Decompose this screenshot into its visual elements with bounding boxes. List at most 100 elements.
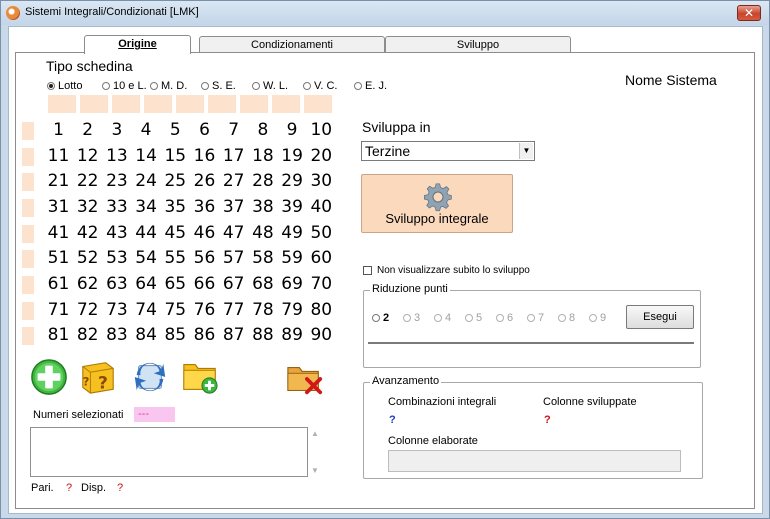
number-cell[interactable]: 9 bbox=[278, 120, 307, 140]
scroll-up-icon[interactable]: ▲ bbox=[311, 429, 319, 438]
row-selector-cell[interactable] bbox=[22, 148, 34, 166]
radio-lotto[interactable]: Lotto bbox=[47, 80, 82, 92]
number-cell[interactable]: 40 bbox=[307, 197, 336, 217]
number-cell[interactable]: 15 bbox=[161, 146, 190, 166]
tab-sviluppo[interactable]: Sviluppo bbox=[385, 36, 571, 53]
number-cell[interactable]: 47 bbox=[219, 223, 248, 243]
number-cell[interactable]: 78 bbox=[248, 300, 277, 320]
number-cell[interactable]: 29 bbox=[278, 171, 307, 191]
number-cell[interactable]: 26 bbox=[190, 171, 219, 191]
number-cell[interactable]: 33 bbox=[102, 197, 131, 217]
number-cell[interactable]: 13 bbox=[102, 146, 131, 166]
number-cell[interactable]: 38 bbox=[248, 197, 277, 217]
number-cell[interactable]: 23 bbox=[102, 171, 131, 191]
riduzione-radio-9[interactable]: 9 bbox=[589, 312, 606, 324]
number-cell[interactable]: 67 bbox=[219, 274, 248, 294]
number-cell[interactable]: 24 bbox=[132, 171, 161, 191]
column-cell[interactable] bbox=[176, 95, 204, 113]
number-cell[interactable]: 52 bbox=[73, 248, 102, 268]
number-cell[interactable]: 32 bbox=[73, 197, 102, 217]
number-cell[interactable]: 10 bbox=[307, 120, 336, 140]
number-cell[interactable]: 85 bbox=[161, 325, 190, 345]
number-cell[interactable]: 5 bbox=[161, 120, 190, 140]
number-cell[interactable]: 66 bbox=[190, 274, 219, 294]
number-cell[interactable]: 90 bbox=[307, 325, 336, 345]
number-cell[interactable]: 42 bbox=[73, 223, 102, 243]
number-cell[interactable]: 55 bbox=[161, 248, 190, 268]
number-cell[interactable]: 30 bbox=[307, 171, 336, 191]
esegui-button[interactable]: Esegui bbox=[626, 305, 694, 329]
radio-se[interactable]: S. E. bbox=[201, 80, 236, 92]
folder-add-icon[interactable] bbox=[180, 357, 220, 395]
number-cell[interactable]: 79 bbox=[278, 300, 307, 320]
scroll-down-icon[interactable]: ▼ bbox=[311, 466, 319, 475]
number-cell[interactable]: 12 bbox=[73, 146, 102, 166]
row-selector-cell[interactable] bbox=[22, 327, 34, 345]
number-cell[interactable]: 17 bbox=[219, 146, 248, 166]
row-selector-cell[interactable] bbox=[22, 122, 34, 140]
number-cell[interactable]: 65 bbox=[161, 274, 190, 294]
number-cell[interactable]: 44 bbox=[132, 223, 161, 243]
number-cell[interactable]: 37 bbox=[219, 197, 248, 217]
radio-10el[interactable]: 10 e L. bbox=[102, 80, 147, 92]
number-cell[interactable]: 50 bbox=[307, 223, 336, 243]
number-cell[interactable]: 69 bbox=[278, 274, 307, 294]
radio-md[interactable]: M. D. bbox=[150, 80, 187, 92]
radio-ej[interactable]: E. J. bbox=[354, 80, 387, 92]
number-cell[interactable]: 6 bbox=[190, 120, 219, 140]
number-cell[interactable]: 27 bbox=[219, 171, 248, 191]
number-cell[interactable]: 88 bbox=[248, 325, 277, 345]
number-cell[interactable]: 16 bbox=[190, 146, 219, 166]
number-cell[interactable]: 19 bbox=[278, 146, 307, 166]
radio-vc[interactable]: V. C. bbox=[303, 80, 337, 92]
number-cell[interactable]: 53 bbox=[102, 248, 131, 268]
refresh-icon[interactable] bbox=[130, 358, 170, 396]
number-cell[interactable]: 75 bbox=[161, 300, 190, 320]
number-cell[interactable]: 35 bbox=[161, 197, 190, 217]
number-cell[interactable]: 28 bbox=[248, 171, 277, 191]
riduzione-radio-6[interactable]: 6 bbox=[496, 312, 513, 324]
number-cell[interactable]: 2 bbox=[73, 120, 102, 140]
number-cell[interactable]: 48 bbox=[248, 223, 277, 243]
row-selector-cell[interactable] bbox=[22, 225, 34, 243]
number-cell[interactable]: 89 bbox=[278, 325, 307, 345]
number-cell[interactable]: 76 bbox=[190, 300, 219, 320]
help-box-icon[interactable]: ? ? bbox=[78, 357, 118, 395]
number-cell[interactable]: 86 bbox=[190, 325, 219, 345]
number-cell[interactable]: 25 bbox=[161, 171, 190, 191]
delete-folder-icon[interactable] bbox=[285, 360, 325, 398]
number-cell[interactable]: 62 bbox=[73, 274, 102, 294]
number-cell[interactable]: 61 bbox=[44, 274, 73, 294]
number-cell[interactable]: 54 bbox=[132, 248, 161, 268]
number-cell[interactable]: 72 bbox=[73, 300, 102, 320]
number-cell[interactable]: 84 bbox=[132, 325, 161, 345]
number-cell[interactable]: 46 bbox=[190, 223, 219, 243]
riduzione-radio-2[interactable]: 2 bbox=[372, 312, 389, 324]
number-cell[interactable]: 77 bbox=[219, 300, 248, 320]
number-cell[interactable]: 81 bbox=[44, 325, 73, 345]
riduzione-radio-3[interactable]: 3 bbox=[403, 312, 420, 324]
number-cell[interactable]: 36 bbox=[190, 197, 219, 217]
number-cell[interactable]: 70 bbox=[307, 274, 336, 294]
sviluppa-select[interactable]: Terzine ▼ bbox=[361, 141, 535, 161]
non-visualizzare-checkbox[interactable] bbox=[363, 266, 372, 275]
row-selector-cell[interactable] bbox=[22, 173, 34, 191]
column-cell[interactable] bbox=[112, 95, 140, 113]
number-cell[interactable]: 68 bbox=[248, 274, 277, 294]
number-cell[interactable]: 31 bbox=[44, 197, 73, 217]
row-selector-cell[interactable] bbox=[22, 250, 34, 268]
number-cell[interactable]: 63 bbox=[102, 274, 131, 294]
number-cell[interactable]: 20 bbox=[307, 146, 336, 166]
number-cell[interactable]: 57 bbox=[219, 248, 248, 268]
row-selector-cell[interactable] bbox=[22, 199, 34, 217]
number-cell[interactable]: 64 bbox=[132, 274, 161, 294]
number-cell[interactable]: 1 bbox=[44, 120, 73, 140]
number-cell[interactable]: 60 bbox=[307, 248, 336, 268]
number-cell[interactable]: 43 bbox=[102, 223, 131, 243]
number-cell[interactable]: 3 bbox=[102, 120, 131, 140]
riduzione-radio-4[interactable]: 4 bbox=[434, 312, 451, 324]
number-cell[interactable]: 87 bbox=[219, 325, 248, 345]
column-cell[interactable] bbox=[48, 95, 76, 113]
number-cell[interactable]: 4 bbox=[132, 120, 161, 140]
number-cell[interactable]: 34 bbox=[132, 197, 161, 217]
